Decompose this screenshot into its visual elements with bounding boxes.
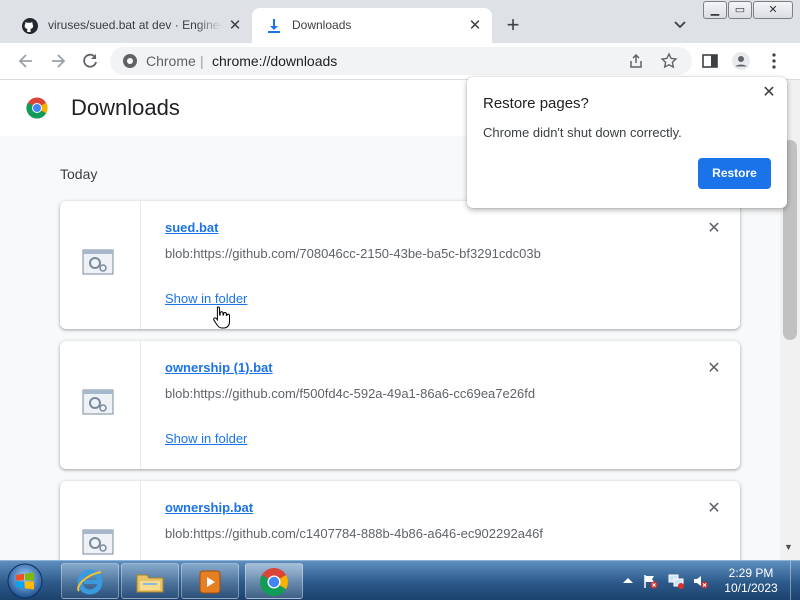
tab-github[interactable]: viruses/sued.bat at dev · Engineer ✕ [8,8,252,43]
download-item: ownership (1).bat blob:https://github.co… [60,341,740,469]
date-section-label: Today [60,166,98,182]
reload-icon[interactable] [80,51,100,71]
windows-start-button[interactable] [4,562,46,600]
bookmark-star-icon[interactable] [660,52,678,70]
page-title: Downloads [71,95,180,120]
network-icon[interactable] [668,573,684,589]
taskbar-chrome[interactable] [245,563,303,599]
internet-explorer-icon [77,569,103,595]
download-source-url: blob:https://github.com/f500fd4c-592a-49… [165,386,536,401]
hand-pointer-cursor-icon [213,306,230,329]
forward-arrow-icon[interactable] [48,51,68,71]
restore-button[interactable]: Restore [698,158,771,189]
windows-taskbar: 2:29 PM 10/1/2023 [0,560,800,600]
tab-downloads[interactable]: Downloads ✕ [252,8,492,43]
download-filename-link[interactable]: ownership (1).bat [165,360,273,375]
card-divider [140,341,141,469]
download-source-url: blob:https://github.com/c1407784-888b-4b… [165,526,544,541]
close-tab-icon[interactable]: ✕ [466,17,484,35]
window-close-button[interactable]: ✕ [753,1,793,19]
share-icon[interactable] [628,53,644,69]
download-item: sued.bat blob:https://github.com/708046c… [60,201,740,329]
download-filename-link[interactable]: ownership.bat [165,500,253,515]
tab-strip: viruses/sued.bat at dev · Engineer ✕ Dow… [0,0,800,43]
minimize-button[interactable]: ▁ [703,1,727,19]
remove-download-icon[interactable]: ✕ [704,359,724,379]
bubble-message: Chrome didn't shut down correctly. [483,125,682,140]
download-item: ownership.bat blob:https://github.com/c1… [60,481,740,560]
bubble-title: Restore pages? [483,95,589,112]
url-text[interactable]: chrome://downloads [212,53,337,69]
profile-avatar-icon[interactable] [731,51,751,71]
folder-icon [136,574,164,593]
tab-title: Downloads [292,18,352,32]
github-icon [22,18,38,34]
card-divider [140,481,141,560]
tab-title: viruses/sued.bat at dev · Engineer [48,18,222,32]
taskbar-media-player[interactable] [181,563,239,599]
taskbar-ie[interactable] [61,563,119,599]
chrome-icon [260,568,288,596]
new-tab-button[interactable]: + [500,13,526,39]
show-desktop-button[interactable] [790,561,800,600]
toolbar: Chrome | chrome://downloads [0,43,800,80]
site-label: Chrome [146,53,196,69]
download-icon [268,19,280,33]
chrome-logo-icon [26,97,48,119]
download-filename-link[interactable]: sued.bat [165,220,218,235]
kebab-menu-icon[interactable] [764,51,784,71]
scroll-down-arrow-icon[interactable]: ▼ [784,542,793,552]
download-source-url: blob:https://github.com/708046cc-2150-43… [165,246,541,261]
batch-file-icon [82,389,114,415]
clock-time: 2:29 PM [728,566,774,580]
action-center-flag-icon[interactable] [642,573,658,589]
chrome-site-icon [123,54,137,68]
separator: | [200,53,204,69]
show-in-folder-link[interactable]: Show in folder [165,431,247,446]
side-panel-icon[interactable] [700,51,720,71]
close-tab-icon[interactable]: ✕ [226,17,244,35]
batch-file-icon [82,249,114,275]
address-bar[interactable]: Chrome | chrome://downloads [110,47,692,75]
remove-download-icon[interactable]: ✕ [704,499,724,519]
batch-file-icon [82,529,114,555]
show-in-folder-link[interactable]: Show in folder [165,291,247,306]
chevron-down-icon[interactable] [670,17,690,33]
restore-pages-bubble: Restore pages? Chrome didn't shut down c… [467,77,787,208]
maximize-button[interactable]: ▭ [728,1,752,19]
clock-date: 10/1/2023 [724,581,778,595]
show-hidden-icons-icon[interactable] [620,573,636,589]
remove-download-icon[interactable]: ✕ [704,219,724,239]
close-bubble-icon[interactable]: ✕ [759,83,779,103]
system-clock[interactable]: 2:29 PM 10/1/2023 [718,566,784,596]
media-player-icon [199,570,221,594]
taskbar-explorer[interactable] [121,563,179,599]
card-divider [140,201,141,329]
back-arrow-icon[interactable] [16,51,36,71]
volume-muted-icon[interactable] [692,573,708,589]
